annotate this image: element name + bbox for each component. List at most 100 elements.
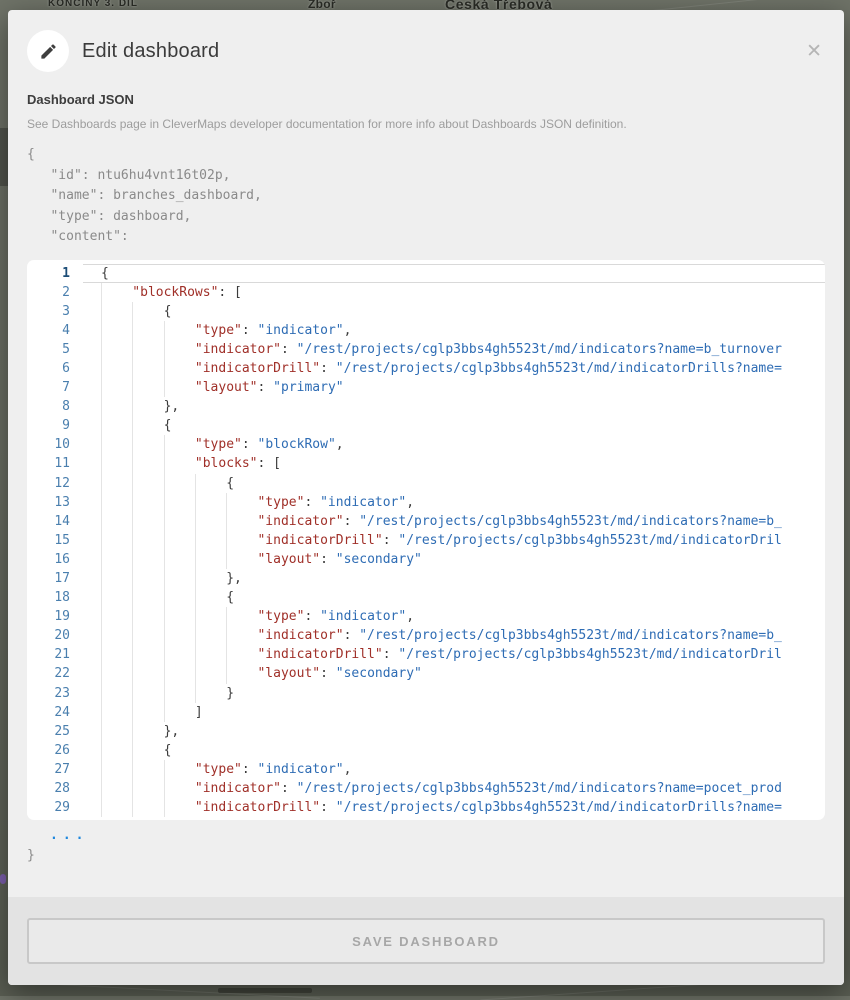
indent-guide xyxy=(132,760,163,779)
code-line-content: { xyxy=(83,416,825,435)
code-line[interactable]: 17}, xyxy=(27,569,825,588)
code-line[interactable]: 14"indicator": "/rest/projects/cglp3bbs4… xyxy=(27,512,825,531)
indent-guide xyxy=(164,664,195,683)
code-token-punct: { xyxy=(226,476,234,491)
line-number: 1 xyxy=(27,264,83,283)
line-number: 22 xyxy=(27,664,83,683)
code-line-content: "indicatorDrill": "/rest/projects/cglp3b… xyxy=(83,531,825,550)
closing-brace: } xyxy=(27,846,825,867)
code-line[interactable]: 6"indicatorDrill": "/rest/projects/cglp3… xyxy=(27,359,825,378)
collapsed-ellipsis[interactable]: ... xyxy=(50,826,88,847)
indent-guide xyxy=(101,340,132,359)
code-token-key: "indicatorDrill" xyxy=(195,361,320,376)
code-line[interactable]: 8}, xyxy=(27,397,825,416)
code-line[interactable]: 1{ xyxy=(27,264,825,283)
indent-guide xyxy=(226,493,257,512)
indent-guide xyxy=(101,779,132,798)
code-line[interactable]: 28"indicator": "/rest/projects/cglp3bbs4… xyxy=(27,779,825,798)
code-line[interactable]: 16"layout": "secondary" xyxy=(27,550,825,569)
code-line[interactable]: 26{ xyxy=(27,741,825,760)
save-dashboard-button[interactable]: SAVE DASHBOARD xyxy=(27,918,825,964)
code-token-punct: : xyxy=(304,495,320,510)
edit-dashboard-modal: Edit dashboard ✕ Dashboard JSON See Dash… xyxy=(8,10,844,985)
code-token-string: "/rest/projects/cglp3bbs4gh5523t/md/indi… xyxy=(359,628,782,643)
code-line-content: "indicatorDrill": "/rest/projects/cglp3b… xyxy=(83,359,825,378)
code-line[interactable]: 5"indicator": "/rest/projects/cglp3bbs4g… xyxy=(27,340,825,359)
code-line-content: { xyxy=(83,588,825,607)
code-line-content: { xyxy=(83,474,825,493)
code-token-punct: : xyxy=(320,800,336,815)
line-number: 3 xyxy=(27,302,83,321)
code-line[interactable]: 7"layout": "primary" xyxy=(27,378,825,397)
json-code-editor[interactable]: 1{2"blockRows": [3{4"type": "indicator",… xyxy=(27,260,825,820)
line-number: 24 xyxy=(27,703,83,722)
code-token-key: "indicator" xyxy=(257,628,343,643)
code-token-string: "indicator" xyxy=(258,323,344,338)
code-line[interactable]: 25}, xyxy=(27,722,825,741)
code-line-content: "layout": "secondary" xyxy=(83,550,825,569)
map-label: KONČINY 3. DÍL xyxy=(48,0,138,9)
code-token-string: "primary" xyxy=(273,380,343,395)
code-token-punct: : xyxy=(242,762,258,777)
indent-guide xyxy=(132,340,163,359)
code-token-punct: { xyxy=(226,590,234,605)
indent-guide xyxy=(164,435,195,454)
indent-guide xyxy=(164,779,195,798)
indent-guide xyxy=(132,378,163,397)
line-number: 14 xyxy=(27,512,83,531)
code-token-key: "type" xyxy=(257,495,304,510)
code-line-content: { xyxy=(83,302,825,321)
indent-guide xyxy=(101,493,132,512)
code-token-key: "indicatorDrill" xyxy=(257,647,382,662)
code-line[interactable]: 15"indicatorDrill": "/rest/projects/cglp… xyxy=(27,531,825,550)
code-line[interactable]: 22"layout": "secondary" xyxy=(27,664,825,683)
code-line[interactable]: 11"blocks": [ xyxy=(27,454,825,473)
indent-guide xyxy=(132,359,163,378)
code-token-key: "type" xyxy=(195,762,242,777)
code-line[interactable]: 24] xyxy=(27,703,825,722)
close-icon[interactable]: ✕ xyxy=(804,40,824,63)
indent-guide xyxy=(195,645,226,664)
modal-body: Dashboard JSON See Dashboards page in Cl… xyxy=(8,84,844,897)
indent-guide xyxy=(195,531,226,550)
line-number: 21 xyxy=(27,645,83,664)
code-token-punct: { xyxy=(164,418,172,433)
code-line[interactable]: 21"indicatorDrill": "/rest/projects/cglp… xyxy=(27,645,825,664)
modal-header: Edit dashboard ✕ xyxy=(8,10,844,84)
code-token-punct: : xyxy=(258,380,274,395)
code-line[interactable]: 27"type": "indicator", xyxy=(27,760,825,779)
code-token-string: "indicator" xyxy=(320,609,406,624)
code-token-key: "blockRows" xyxy=(132,285,218,300)
code-line[interactable]: 19"type": "indicator", xyxy=(27,607,825,626)
code-line[interactable]: 18{ xyxy=(27,588,825,607)
code-line[interactable]: 9{ xyxy=(27,416,825,435)
code-line-content: "type": "blockRow", xyxy=(83,435,825,454)
code-token-string: "blockRow" xyxy=(258,437,336,452)
indent-guide xyxy=(132,531,163,550)
code-token-punct: : xyxy=(320,552,336,567)
indent-guide xyxy=(101,435,132,454)
indent-guide xyxy=(164,340,195,359)
code-token-punct: , xyxy=(406,609,414,624)
code-token-punct: { xyxy=(164,743,172,758)
line-number: 7 xyxy=(27,378,83,397)
code-token-punct: , xyxy=(336,437,344,452)
code-line[interactable]: 10"type": "blockRow", xyxy=(27,435,825,454)
code-line[interactable]: 12{ xyxy=(27,474,825,493)
code-line[interactable]: 4"type": "indicator", xyxy=(27,321,825,340)
indent-guide xyxy=(195,550,226,569)
indent-guide xyxy=(195,569,226,588)
indent-guide xyxy=(164,626,195,645)
code-line[interactable]: 13"type": "indicator", xyxy=(27,493,825,512)
code-token-punct: }, xyxy=(226,571,242,586)
indent-guide xyxy=(132,722,163,741)
indent-guide xyxy=(101,283,132,302)
indent-guide xyxy=(164,378,195,397)
code-line[interactable]: 23} xyxy=(27,684,825,703)
code-line[interactable]: 3{ xyxy=(27,302,825,321)
code-line[interactable]: 29"indicatorDrill": "/rest/projects/cglp… xyxy=(27,798,825,817)
code-line-content: "layout": "secondary" xyxy=(83,664,825,683)
code-line[interactable]: 2"blockRows": [ xyxy=(27,283,825,302)
code-line[interactable]: 20"indicator": "/rest/projects/cglp3bbs4… xyxy=(27,626,825,645)
code-token-string: "/rest/projects/cglp3bbs4gh5523t/md/indi… xyxy=(359,514,782,529)
